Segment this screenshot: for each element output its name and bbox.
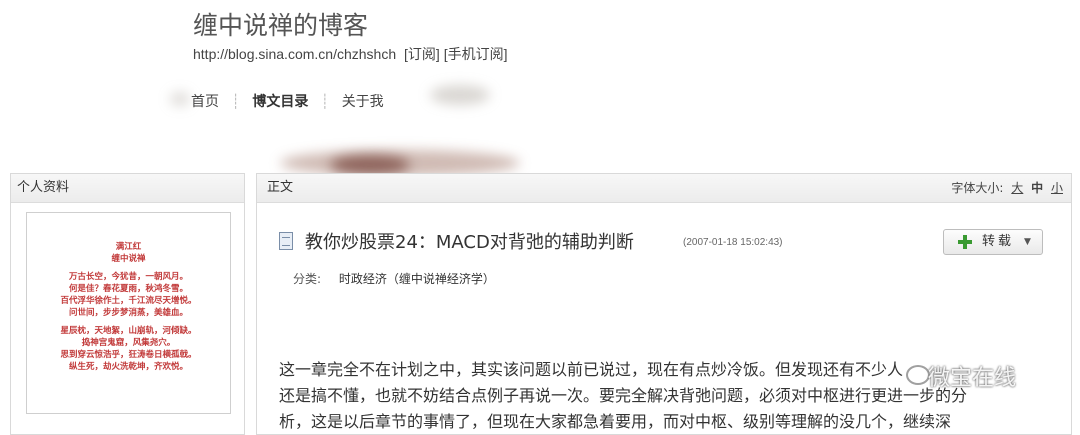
poem-line: 捣神宫鬼窟，风集尧穴。 xyxy=(81,338,176,348)
watermark: 微宝在线 xyxy=(904,360,1016,392)
plus-icon xyxy=(958,235,972,249)
poem-line: 纵生死，劫火洗乾坤，齐欢悦。 xyxy=(68,362,188,372)
blog-url-row: http://blog.sina.com.cn/chzhshch [订阅] [手机… xyxy=(193,44,512,64)
article-panel-heading: 正文 字体大小: 大 中 小 xyxy=(257,174,1071,203)
article-paragraph-line: 析，这是以后章节的事情了，但现在大家都急着要用，而对中枢、级别等理解的没几个，继… xyxy=(279,412,952,431)
blog-header: 缠中说禅的博客 http://blog.sina.com.cn/chzhshch… xyxy=(0,0,1080,176)
profile-panel-heading: 个人资料 xyxy=(11,174,244,203)
blog-nav: 首页 ┊ 博文目录 ┊ 关于我 xyxy=(191,91,384,111)
document-icon xyxy=(279,232,293,250)
poem-line: 满江红 xyxy=(115,242,142,252)
ink-decoration xyxy=(170,92,190,106)
poem-line: 何是佳？春花夏雨，秋鸿冬雪。 xyxy=(68,284,188,294)
article-timestamp: (2007-01-18 15:02:43) xyxy=(683,237,783,248)
profile-avatar[interactable]: 满江红 缠中说禅 万古长空，今犹昔，一朝风月。 何是佳？春花夏雨，秋鸿冬雪。 百… xyxy=(26,212,231,414)
blog-title[interactable]: 缠中说禅的博客 xyxy=(193,6,368,42)
caret-down-icon: ▼ xyxy=(1024,237,1031,247)
nav-home[interactable]: 首页 xyxy=(191,91,219,111)
poem-line: 百代浮华徐作土，千江流尽天增悦。 xyxy=(60,296,197,306)
font-size-control: 字体大小: 大 中 小 xyxy=(951,174,1063,202)
font-size-small[interactable]: 小 xyxy=(1051,181,1063,195)
poem-line: 星辰枕，天地絮，山崩轨，河倾缺。 xyxy=(60,326,197,336)
poem-line: 缠中说禅 xyxy=(111,254,146,264)
ink-decoration xyxy=(430,85,490,105)
category-label: 分类: xyxy=(293,272,322,286)
nav-separator: ┊ xyxy=(320,94,330,110)
watermark-text: 微宝在线 xyxy=(928,366,1017,391)
font-size-large[interactable]: 大 xyxy=(1011,181,1023,195)
repost-label: 转载 xyxy=(982,234,1015,249)
avatar-poem: 满江红 缠中说禅 万古长空，今犹昔，一朝风月。 何是佳？春花夏雨，秋鸿冬雪。 百… xyxy=(27,241,230,373)
nav-separator: ┊ xyxy=(231,94,240,110)
repost-button[interactable]: 转载 ▼ xyxy=(943,229,1043,255)
article-title: 教你炒股票24：MACD对背弛的辅助判断 xyxy=(305,232,634,253)
article-category: 分类: 时政经济（缠中说禅经济学） xyxy=(293,270,495,287)
mobile-subscribe-link[interactable]: [手机订阅] xyxy=(444,46,508,62)
font-size-medium[interactable]: 中 xyxy=(1031,181,1043,195)
ink-decoration xyxy=(330,155,410,175)
nav-about-me[interactable]: 关于我 xyxy=(342,91,384,111)
poem-line: 问世间，步步梦消蒸，美雄血。 xyxy=(68,308,188,318)
nav-article-list[interactable]: 博文目录 xyxy=(252,91,308,111)
category-link[interactable]: 时政经济（缠中说禅经济学） xyxy=(339,272,495,286)
profile-panel: 个人资料 满江红 缠中说禅 万古长空，今犹昔，一朝风月。 何是佳？春花夏雨，秋鸿… xyxy=(10,173,245,435)
font-size-label: 字体大小: xyxy=(951,181,1004,195)
blog-url-link[interactable]: http://blog.sina.com.cn/chzhshch xyxy=(193,46,396,62)
article-panel-title: 正文 xyxy=(267,180,294,195)
poem-line: 思到穿云惊浩乎，狂涛卷日横孤戟。 xyxy=(60,350,197,360)
subscribe-link[interactable]: [订阅] xyxy=(404,46,440,62)
article-panel: 正文 字体大小: 大 中 小 教你炒股票24：MACD对背弛的辅助判断 (200… xyxy=(256,173,1072,435)
poem-line: 万古长空，今犹昔，一朝风月。 xyxy=(68,272,188,282)
